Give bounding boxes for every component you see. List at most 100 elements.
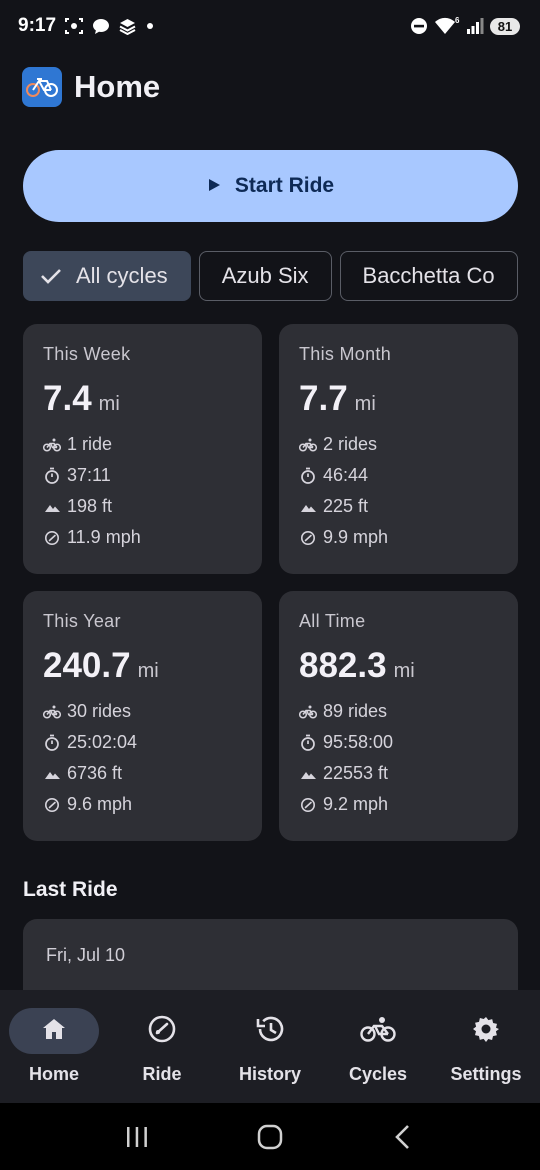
nav-cycles[interactable]: Cycles	[324, 990, 432, 1103]
dot-icon	[145, 21, 155, 31]
stat-card-all-time: All Time 882.3 mi 89 rides 95:58:00 22553 ft 9…	[279, 591, 518, 841]
stat-elevation: 225 ft	[299, 491, 498, 522]
last-ride-heading: Last Ride	[23, 878, 118, 901]
speed-value: 9.9 mph	[323, 527, 389, 547]
nav-pill	[441, 1008, 531, 1054]
stopwatch-icon	[299, 734, 317, 752]
speed-value: 11.9 mph	[67, 527, 141, 547]
bicycle-icon	[299, 703, 317, 721]
stat-speed: 9.2 mph	[299, 789, 498, 820]
bottom-nav: Home Ride History Cycles Settings	[0, 990, 540, 1103]
distance-value: 240.7	[43, 646, 131, 685]
stopwatch-icon	[43, 467, 61, 485]
svg-text:6: 6	[455, 16, 460, 25]
stat-distance: 7.7 mi	[299, 379, 498, 419]
stopwatch-icon	[43, 734, 61, 752]
nav-label-ride: Ride	[142, 1064, 182, 1084]
elevation-value: 198 ft	[67, 496, 113, 516]
cycle-filter-chips: All cycles Azub Six Bacchetta Co	[23, 251, 518, 301]
speed-value: 9.2 mph	[323, 794, 389, 814]
nav-ride[interactable]: Ride	[108, 990, 216, 1103]
stat-lines: 30 rides 25:02:04 6736 ft 9.6 mph	[43, 696, 242, 820]
stat-elevation: 198 ft	[43, 491, 242, 522]
speedometer-icon	[147, 1015, 177, 1048]
mountain-icon	[43, 498, 61, 516]
nav-history[interactable]: History	[216, 990, 324, 1103]
stat-card-title: This Year	[43, 611, 121, 631]
stat-card-title: All Time	[299, 611, 366, 631]
speedometer-icon	[43, 796, 61, 814]
speedometer-icon	[299, 796, 317, 814]
stat-distance: 240.7 mi	[43, 646, 242, 686]
stat-lines: 2 rides 46:44 225 ft 9.9 mph	[299, 429, 498, 553]
chip-all-cycles[interactable]: All cycles	[23, 251, 191, 301]
status-bar: 9:17 6 81	[0, 0, 540, 52]
duration-value: 95:58:00	[323, 732, 394, 752]
distance-value: 882.3	[299, 646, 387, 685]
app-bar: Home	[22, 66, 160, 108]
stat-card-this-week: This Week 7.4 mi 1 ride 37:11 198 ft 11.9 mph	[23, 324, 262, 574]
check-icon	[40, 267, 62, 285]
mountain-icon	[299, 498, 317, 516]
stat-duration: 95:58:00	[299, 727, 498, 758]
play-icon	[207, 174, 221, 198]
chip-label: Azub Six	[221, 263, 309, 288]
bicycle-icon	[299, 436, 317, 454]
bicycle-icon	[43, 703, 61, 721]
distance-value: 7.4	[43, 379, 92, 418]
mountain-icon	[299, 765, 317, 783]
chip-azub-six[interactable]: Azub Six	[198, 251, 332, 301]
home-icon	[41, 1017, 67, 1046]
stat-rides: 30 rides	[43, 696, 242, 727]
stat-duration: 25:02:04	[43, 727, 242, 758]
nav-label-home: Home	[28, 1064, 79, 1084]
elevation-value: 22553 ft	[323, 763, 389, 783]
back-icon[interactable]	[373, 1112, 433, 1162]
rides-value: 2 rides	[323, 434, 378, 454]
battery-icon: 81	[490, 17, 520, 35]
stat-speed: 11.9 mph	[43, 522, 242, 553]
distance-unit: mi	[354, 393, 376, 415]
home-button-icon[interactable]	[240, 1112, 300, 1162]
stat-duration: 37:11	[43, 460, 242, 491]
status-right: 6 81	[410, 16, 520, 36]
nav-pill	[117, 1008, 207, 1054]
stat-card-this-month: This Month 7.7 mi 2 rides 46:44 225 ft 9.9 mph	[279, 324, 518, 574]
stat-speed: 9.9 mph	[299, 522, 498, 553]
elevation-value: 225 ft	[323, 496, 369, 516]
stat-elevation: 6736 ft	[43, 758, 242, 789]
recent-apps-icon[interactable]	[107, 1112, 167, 1162]
status-left: 9:17	[18, 15, 155, 37]
stat-speed: 9.6 mph	[43, 789, 242, 820]
distance-unit: mi	[393, 660, 415, 682]
stat-lines: 89 rides 95:58:00 22553 ft 9.2 mph	[299, 696, 498, 820]
duration-value: 25:02:04	[67, 732, 138, 752]
chat-bubble-icon	[92, 18, 110, 35]
start-ride-button[interactable]: Start Ride	[23, 150, 518, 222]
rides-value: 1 ride	[67, 434, 113, 454]
stat-rides: 2 rides	[299, 429, 498, 460]
nav-pill	[333, 1008, 423, 1054]
status-time: 9:17	[18, 15, 57, 36]
stat-elevation: 22553 ft	[299, 758, 498, 789]
distance-value: 7.7	[299, 379, 348, 418]
stat-card-title: This Month	[299, 344, 392, 364]
gear-icon	[472, 1015, 500, 1048]
chip-bacchetta[interactable]: Bacchetta Co	[339, 251, 518, 301]
duration-value: 37:11	[67, 465, 111, 485]
nav-label-settings: Settings	[450, 1064, 522, 1084]
stat-card-this-year: This Year 240.7 mi 30 rides 25:02:04 6736 ft 9…	[23, 591, 262, 841]
system-nav-bar	[0, 1103, 540, 1170]
nav-label-cycles: Cycles	[348, 1064, 408, 1084]
chip-label: Bacchetta Co	[362, 263, 495, 288]
bicycle-icon	[43, 436, 61, 454]
stat-rides: 1 ride	[43, 429, 242, 460]
nav-pill	[9, 1008, 99, 1054]
nav-settings[interactable]: Settings	[432, 990, 540, 1103]
stat-duration: 46:44	[299, 460, 498, 491]
stat-distance: 882.3 mi	[299, 646, 498, 686]
nav-home[interactable]: Home	[0, 990, 108, 1103]
screenshot-icon	[64, 17, 84, 35]
speed-value: 9.6 mph	[67, 794, 133, 814]
chip-label: All cycles	[76, 263, 168, 288]
